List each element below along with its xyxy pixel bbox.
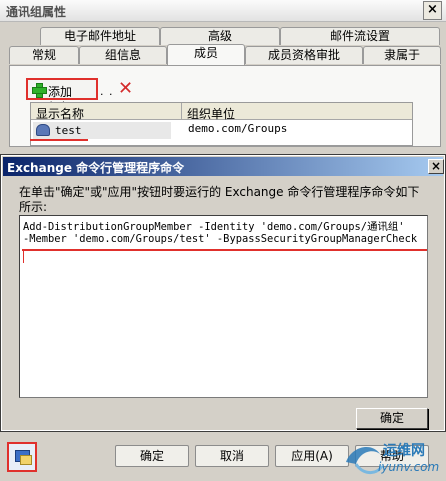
member-name: test <box>55 124 82 137</box>
member-org-unit: demo.com/Groups <box>188 122 288 135</box>
shell-command-icon-overlay <box>20 455 32 465</box>
delete-x-icon[interactable]: ✕ <box>118 80 133 98</box>
highlight-underline <box>22 249 427 251</box>
ok-button[interactable]: 确定 <box>115 445 189 467</box>
command-dialog: Exchange 命令行管理程序命令 × 在单击"确定"或"应用"按钮时要运行的… <box>0 154 446 432</box>
text-cursor <box>23 251 24 263</box>
column-display-name[interactable]: 显示名称 <box>36 105 84 122</box>
dialog-titlebar: Exchange 命令行管理程序命令 × <box>3 157 444 176</box>
user-group-icon <box>36 124 50 136</box>
column-divider[interactable] <box>181 103 182 120</box>
dialog-ok-button[interactable]: 确定 <box>356 408 428 429</box>
window-close-button[interactable]: × <box>423 1 442 20</box>
command-line-1: Add-DistributionGroupMember -Identity 'd… <box>23 221 405 233</box>
watermark-text: 运维网 <box>383 443 425 459</box>
tab-members[interactable]: 成员 <box>167 44 245 65</box>
command-line-2: -Member 'demo.com/Groups/test' -BypassSe… <box>23 233 418 245</box>
toolbar-separator: . . <box>100 85 114 98</box>
column-org-unit[interactable]: 组织单位 <box>187 105 235 122</box>
tab-email-addresses[interactable]: 电子邮件地址 <box>40 27 160 45</box>
dialog-title: Exchange 命令行管理程序命令 <box>7 161 185 175</box>
watermark-url: iyunv.com <box>378 460 440 474</box>
cancel-button[interactable]: 取消 <box>195 445 269 467</box>
show-command-button[interactable] <box>7 442 37 472</box>
add-member-button[interactable]: 添加(D)... <box>26 78 98 114</box>
highlight-underline <box>30 139 88 141</box>
window-title: 通讯组属性 <box>6 5 67 19</box>
tab-mail-flow[interactable]: 邮件流设置 <box>280 27 440 45</box>
tab-member-of[interactable]: 隶属于 <box>363 46 441 64</box>
tab-membership-approval[interactable]: 成员资格审批 <box>245 46 363 64</box>
list-header: 显示名称 组织单位 <box>31 103 412 122</box>
tab-advanced[interactable]: 高级 <box>160 27 280 45</box>
tab-general[interactable]: 常规 <box>9 46 79 64</box>
command-textbox[interactable]: Add-DistributionGroupMember -Identity 'd… <box>19 215 428 398</box>
dialog-description: 在单击"确定"或"应用"按钮时要运行的 Exchange 命令行管理程序命令如下… <box>19 185 420 214</box>
tab-group-info[interactable]: 组信息 <box>79 46 167 64</box>
plus-icon <box>32 83 47 98</box>
dialog-close-button[interactable]: × <box>428 159 444 174</box>
apply-button[interactable]: 应用(A) <box>275 445 349 467</box>
window-titlebar: 通讯组属性 × <box>0 0 446 22</box>
table-row[interactable]: test <box>33 122 171 139</box>
